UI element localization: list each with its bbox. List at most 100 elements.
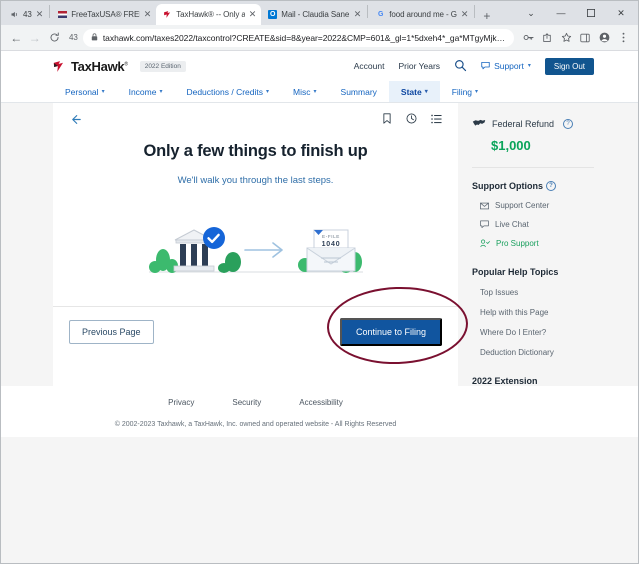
back-icon[interactable]: ←	[7, 27, 25, 49]
content-card: Only a few things to finish up We'll wal…	[53, 103, 470, 386]
envelope-icon	[480, 202, 489, 210]
nav-item-summary[interactable]: Summary	[329, 81, 389, 102]
footer-link-privacy[interactable]: Privacy	[168, 398, 194, 407]
nav-label: Filing	[451, 86, 473, 97]
close-icon[interactable]: ✕	[354, 10, 362, 19]
nav-label: Misc	[293, 86, 311, 97]
profile-icon[interactable]	[595, 29, 613, 47]
sidebar-divider	[472, 167, 594, 168]
search-icon[interactable]	[454, 59, 467, 74]
share-icon[interactable]	[538, 29, 556, 47]
browser-tab-taxhawk[interactable]: TaxHawk® -- Only a ✕	[156, 4, 262, 25]
right-sidebar: Federal Refund ? $1,000 Support Options …	[458, 103, 594, 386]
card-toolbar	[69, 113, 442, 128]
nav-item-misc[interactable]: Misc ▾	[281, 81, 329, 102]
close-icon[interactable]: ✕	[36, 10, 44, 19]
bookmark-icon[interactable]	[382, 113, 392, 124]
card-tool-icons	[382, 113, 442, 124]
tab-separator	[474, 4, 476, 18]
close-icon[interactable]: ✕	[461, 10, 469, 19]
sidebar-link-pro-support[interactable]: Pro Support	[480, 239, 594, 248]
footer-link-security[interactable]: Security	[232, 398, 261, 407]
maximize-icon[interactable]	[576, 1, 606, 25]
clock-icon[interactable]	[406, 113, 417, 124]
header-nav: Account Prior Years Support ▾ Sign Out	[354, 57, 594, 75]
browser-tab-audio[interactable]: 43 ✕	[3, 4, 48, 25]
help-topic-deduction-dictionary[interactable]: Deduction Dictionary	[480, 348, 594, 357]
sidebar-link-label: Live Chat	[495, 220, 529, 229]
minimize-icon[interactable]: —	[546, 1, 576, 25]
logo-text: TaxHawk®	[71, 58, 128, 74]
sidepanel-icon[interactable]	[576, 29, 594, 47]
nav-item-filing[interactable]: Filing ▾	[440, 81, 490, 102]
browser-tab-title: 43	[23, 10, 32, 19]
browser-tab-food[interactable]: G food around me - G ✕	[369, 4, 473, 25]
page-subtitle: We'll walk you through the last steps.	[177, 175, 334, 186]
us-map-icon	[472, 115, 486, 133]
browser-tab-title: TaxHawk® -- Only a	[176, 10, 245, 19]
header-support-menu[interactable]: Support ▾	[481, 61, 531, 72]
help-question-icon[interactable]: ?	[563, 119, 574, 129]
address-bar[interactable]: taxhawk.com/taxes2022/taxcontrol?CREATE&…	[82, 28, 515, 47]
browser-tab-freetaxusa[interactable]: FreeTaxUSA® FREE T ✕	[51, 4, 156, 25]
close-icon[interactable]: ✕	[249, 10, 257, 19]
previous-page-button[interactable]: Previous Page	[69, 320, 154, 344]
help-topic-top-issues[interactable]: Top Issues	[480, 288, 594, 297]
taxhawk-logo[interactable]: TaxHawk® 2022 Edition	[53, 60, 186, 73]
person-check-icon	[480, 239, 490, 248]
header-support-label: Support	[494, 61, 524, 71]
header-link-prior-years[interactable]: Prior Years	[398, 61, 440, 71]
help-question-icon[interactable]: ?	[546, 181, 556, 191]
nav-item-income[interactable]: Income ▾	[117, 81, 175, 102]
browser-tab-title: FreeTaxUSA® FREE T	[71, 10, 140, 19]
google-icon: G	[378, 11, 384, 18]
new-tab-button[interactable]: +	[483, 10, 490, 22]
help-topic-help-with-this-page[interactable]: Help with this Page	[480, 308, 594, 317]
star-icon[interactable]	[557, 29, 575, 47]
sidebar-link-live-chat[interactable]: Live Chat	[480, 220, 594, 229]
browser-window: 43 ✕ FreeTaxUSA® FREE T ✕ TaxHawk® -- On…	[0, 0, 639, 564]
back-arrow-icon[interactable]	[69, 113, 82, 128]
nav-label: Deductions / Credits	[186, 86, 264, 97]
federal-refund-row: Federal Refund ?	[472, 115, 594, 133]
freetaxusa-flag-icon	[58, 10, 68, 19]
reload-icon[interactable]	[44, 27, 66, 49]
header-link-account[interactable]: Account	[354, 61, 385, 71]
chat-bubble-icon	[480, 220, 489, 229]
hawk-logo-icon	[53, 60, 66, 73]
outlook-mail-icon: O	[268, 10, 278, 19]
extension-title[interactable]: 2022 Extension	[472, 376, 594, 386]
url-text: taxhawk.com/taxes2022/taxcontrol?CREATE&…	[102, 32, 506, 43]
finish-up-illustration: E-FILE 1040	[69, 208, 442, 280]
nav-item-deductions-credits[interactable]: Deductions / Credits ▾	[174, 81, 281, 102]
key-icon[interactable]	[519, 29, 537, 47]
forward-icon[interactable]: →	[25, 27, 43, 49]
sign-out-button[interactable]: Sign Out	[544, 57, 594, 75]
browser-tab-mail[interactable]: O Mail - Claudia Sane - ✕	[261, 4, 366, 25]
page-body: Only a few things to finish up We'll wal…	[1, 103, 638, 386]
list-icon[interactable]	[431, 114, 442, 124]
close-icon[interactable]: ✕	[144, 10, 152, 19]
chat-bubble-icon	[481, 61, 490, 72]
browser-tab-title: Mail - Claudia Sane -	[281, 10, 350, 19]
copyright-text: © 2002-2023 Taxhawk, a TaxHawk, Inc. own…	[114, 421, 397, 428]
chevron-down-icon: ▾	[266, 88, 270, 95]
nav-item-state[interactable]: State ▾	[388, 81, 440, 102]
continue-to-filing-button[interactable]: Continue to Filing	[339, 318, 442, 346]
chevron-down-icon[interactable]: ⌄	[516, 1, 546, 25]
footer-link-accessibility[interactable]: Accessibility	[299, 398, 343, 407]
menu-icon[interactable]	[614, 29, 632, 47]
audio-speaker-icon	[10, 10, 19, 19]
close-window-icon[interactable]: ✕	[606, 1, 636, 25]
federal-refund-label: Federal Refund	[492, 119, 555, 129]
edition-badge: 2022 Edition	[139, 60, 186, 72]
sidebar-link-support-center[interactable]: Support Center	[480, 201, 594, 210]
nav-item-personal[interactable]: Personal ▾	[53, 81, 117, 102]
chevron-down-icon: ▾	[101, 88, 105, 95]
page-title: Only a few things to finish up	[143, 142, 368, 160]
browser-toolbar: ← → 43 taxhawk.com/taxes2022/taxcontrol?…	[1, 25, 638, 51]
help-topic-where-do-i-enter[interactable]: Where Do I Enter?	[480, 328, 594, 337]
chevron-down-icon: ▾	[424, 88, 428, 95]
reload-badge: 43	[68, 33, 78, 42]
page-viewport: TaxHawk® 2022 Edition Account Prior Year…	[1, 51, 638, 563]
